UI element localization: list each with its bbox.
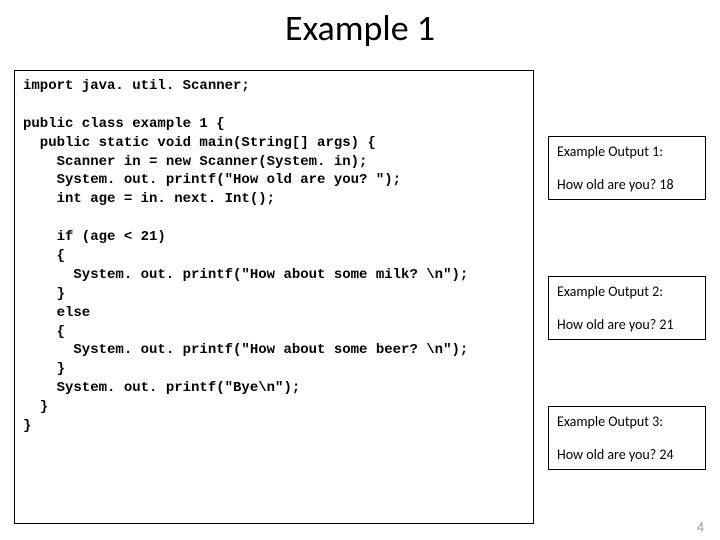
output-text: How old are you? 18 xyxy=(557,176,697,193)
output-text: How old are you? 24 xyxy=(557,446,697,463)
output-box-2: Example Output 2: How old are you? 21 xyxy=(548,276,706,340)
page-number: 4 xyxy=(697,519,704,536)
output-label: Example Output 1: xyxy=(557,143,697,160)
slide: Example 1 import java. util. Scanner; pu… xyxy=(0,6,720,540)
output-label: Example Output 3: xyxy=(557,413,697,430)
output-box-3: Example Output 3: How old are you? 24 xyxy=(548,406,706,470)
page-title: Example 1 xyxy=(0,6,720,50)
output-text: How old are you? 21 xyxy=(557,316,697,333)
code-block: import java. util. Scanner; public class… xyxy=(14,70,534,524)
output-box-1: Example Output 1: How old are you? 18 xyxy=(548,136,706,200)
output-label: Example Output 2: xyxy=(557,283,697,300)
